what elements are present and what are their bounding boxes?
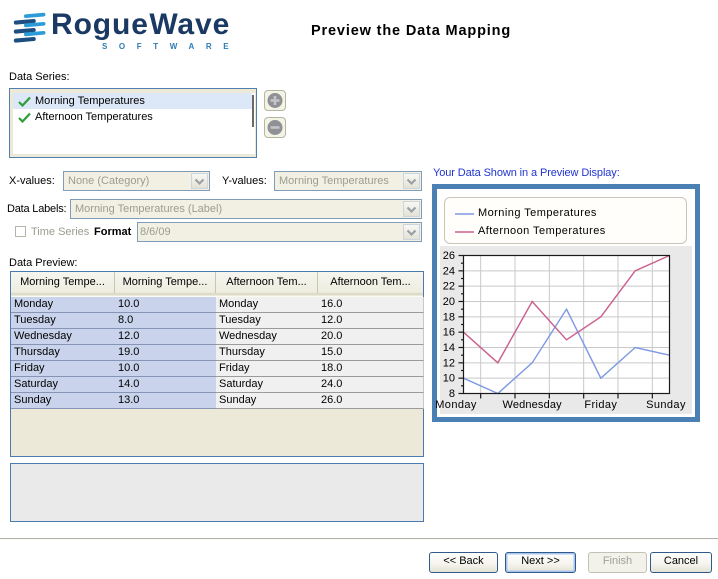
svg-text:16: 16 <box>443 327 455 339</box>
svg-text:Sunday: Sunday <box>646 399 686 411</box>
svg-text:12: 12 <box>443 357 455 369</box>
svg-text:10: 10 <box>443 373 455 385</box>
svg-text:14: 14 <box>443 342 455 354</box>
svg-text:Wednesday: Wednesday <box>503 399 563 411</box>
svg-text:Friday: Friday <box>584 399 617 411</box>
svg-text:22: 22 <box>443 281 455 293</box>
svg-text:20: 20 <box>443 296 455 308</box>
svg-text:26: 26 <box>443 250 455 262</box>
svg-text:Monday: Monday <box>435 399 477 411</box>
svg-text:24: 24 <box>443 265 455 277</box>
svg-text:18: 18 <box>443 311 455 323</box>
